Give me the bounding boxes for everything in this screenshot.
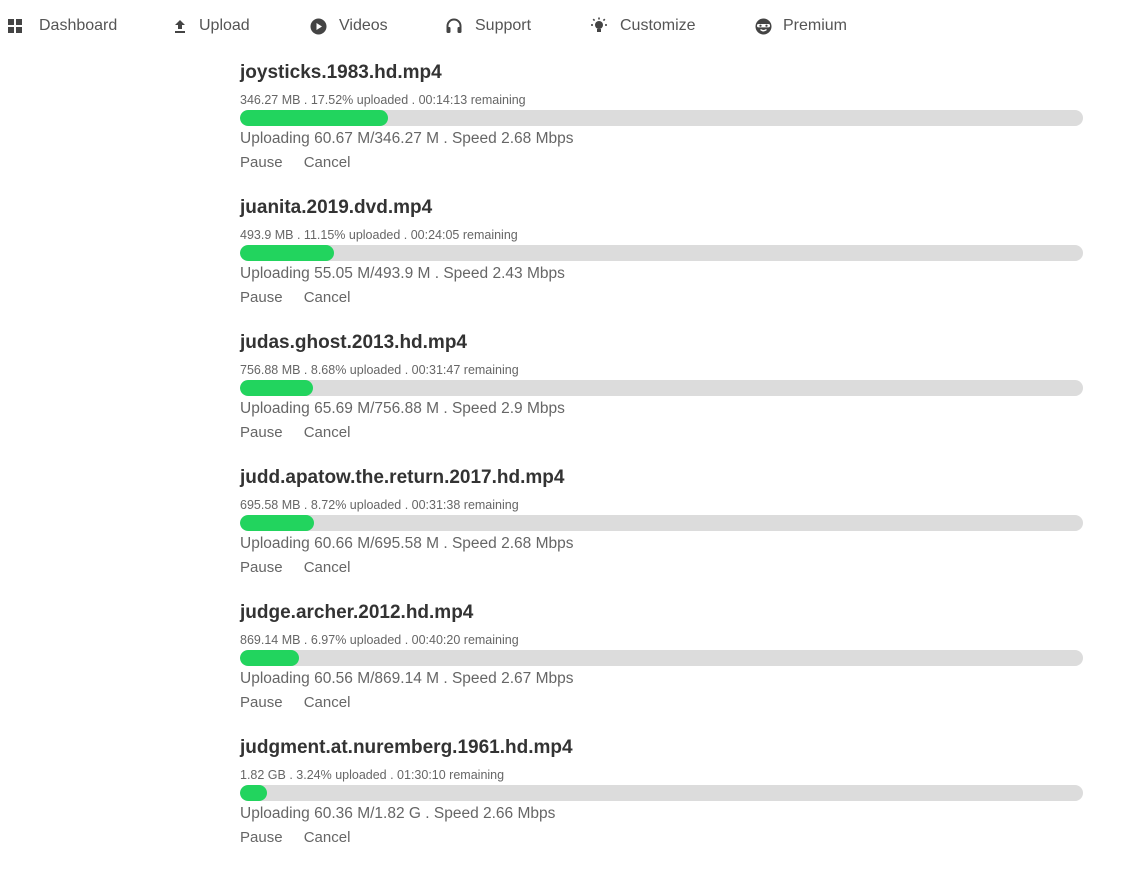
upload-meta: 1.82 GB . 3.24% uploaded . 01:30:10 rema… — [240, 768, 505, 782]
progress-bar — [240, 515, 1083, 531]
upload-meta: 869.14 MB . 6.97% uploaded . 00:40:20 re… — [240, 633, 519, 647]
upload-actions: Pause Cancel — [240, 154, 350, 171]
file-name: juanita.2019.dvd.mp4 — [240, 197, 433, 218]
nav-item-label: Support — [475, 17, 532, 34]
upload-status: Uploading 60.36 M/1.82 G . Speed 2.66 Mb… — [240, 805, 556, 822]
nav-item-label: Customize — [620, 17, 696, 34]
progress-fill — [240, 785, 268, 801]
nav-item-label: Premium — [783, 17, 848, 34]
pause-button[interactable]: Pause — [240, 559, 283, 576]
upload-meta: 695.58 MB . 8.72% uploaded . 00:31:38 re… — [240, 498, 519, 512]
progress-fill — [240, 515, 314, 531]
nav-item-customize[interactable]: Customize — [590, 14, 696, 38]
nav-item-label: Upload — [199, 17, 250, 34]
file-name: joysticks.1983.hd.mp4 — [240, 62, 442, 83]
file-name: judge.archer.2012.hd.mp4 — [240, 602, 474, 623]
lightbulb-icon — [590, 17, 608, 35]
upload-item: judd.apatow.the.return.2017.hd.mp4 695.5… — [240, 467, 1083, 602]
file-name: judas.ghost.2013.hd.mp4 — [240, 332, 467, 353]
upload-actions: Pause Cancel — [240, 559, 350, 576]
upload-status: Uploading 60.66 M/695.58 M . Speed 2.68 … — [240, 535, 574, 552]
premium-mask-icon — [754, 17, 772, 35]
upload-actions: Pause Cancel — [240, 694, 350, 711]
upload-item: judas.ghost.2013.hd.mp4 756.88 MB . 8.68… — [240, 332, 1083, 467]
nav-item-label: Videos — [339, 17, 388, 34]
cancel-button[interactable]: Cancel — [304, 559, 351, 576]
upload-meta: 756.88 MB . 8.68% uploaded . 00:31:47 re… — [240, 363, 519, 377]
progress-bar — [240, 245, 1083, 261]
cancel-button[interactable]: Cancel — [304, 154, 351, 171]
upload-icon — [171, 17, 189, 35]
headphones-icon — [445, 17, 463, 35]
progress-fill — [240, 245, 334, 261]
cancel-button[interactable]: Cancel — [304, 694, 351, 711]
progress-bar — [240, 785, 1083, 801]
progress-bar — [240, 380, 1083, 396]
pause-button[interactable]: Pause — [240, 289, 283, 306]
play-circle-icon — [309, 17, 327, 35]
progress-fill — [240, 650, 299, 666]
nav-item-premium[interactable]: Premium — [754, 14, 847, 38]
cancel-button[interactable]: Cancel — [304, 829, 351, 846]
dashboard-grid-icon — [6, 17, 24, 35]
pause-button[interactable]: Pause — [240, 694, 283, 711]
file-name: judd.apatow.the.return.2017.hd.mp4 — [240, 467, 565, 488]
progress-bar — [240, 110, 1083, 126]
pause-button[interactable]: Pause — [240, 154, 283, 171]
progress-bar — [240, 650, 1083, 666]
upload-actions: Pause Cancel — [240, 289, 350, 306]
upload-actions: Pause Cancel — [240, 424, 350, 441]
upload-item: joysticks.1983.hd.mp4 346.27 MB . 17.52%… — [240, 62, 1083, 197]
upload-item: judgment.at.nuremberg.1961.hd.mp4 1.82 G… — [240, 737, 1083, 872]
progress-fill — [240, 110, 388, 126]
cancel-button[interactable]: Cancel — [304, 289, 351, 306]
upload-list: joysticks.1983.hd.mp4 346.27 MB . 17.52%… — [240, 62, 1083, 872]
nav-item-upload[interactable]: Upload — [171, 14, 250, 38]
upload-status: Uploading 60.56 M/869.14 M . Speed 2.67 … — [240, 670, 574, 687]
cancel-button[interactable]: Cancel — [304, 424, 351, 441]
upload-status: Uploading 60.67 M/346.27 M . Speed 2.68 … — [240, 130, 574, 147]
upload-status: Uploading 65.69 M/756.88 M . Speed 2.9 M… — [240, 400, 565, 417]
top-nav: Dashboard Upload Videos Support Customiz… — [0, 0, 1126, 52]
progress-fill — [240, 380, 314, 396]
nav-item-label: Dashboard — [39, 17, 118, 34]
upload-item: judge.archer.2012.hd.mp4 869.14 MB . 6.9… — [240, 602, 1083, 737]
file-name: judgment.at.nuremberg.1961.hd.mp4 — [240, 737, 573, 758]
upload-meta: 346.27 MB . 17.52% uploaded . 00:14:13 r… — [240, 93, 526, 107]
nav-item-videos[interactable]: Videos — [309, 14, 388, 38]
upload-item: juanita.2019.dvd.mp4 493.9 MB . 11.15% u… — [240, 197, 1083, 332]
nav-item-dashboard[interactable]: Dashboard — [6, 14, 117, 38]
nav-item-support[interactable]: Support — [445, 14, 531, 38]
upload-meta: 493.9 MB . 11.15% uploaded . 00:24:05 re… — [240, 228, 518, 242]
upload-actions: Pause Cancel — [240, 829, 350, 846]
pause-button[interactable]: Pause — [240, 424, 283, 441]
pause-button[interactable]: Pause — [240, 829, 283, 846]
upload-status: Uploading 55.05 M/493.9 M . Speed 2.43 M… — [240, 265, 565, 282]
